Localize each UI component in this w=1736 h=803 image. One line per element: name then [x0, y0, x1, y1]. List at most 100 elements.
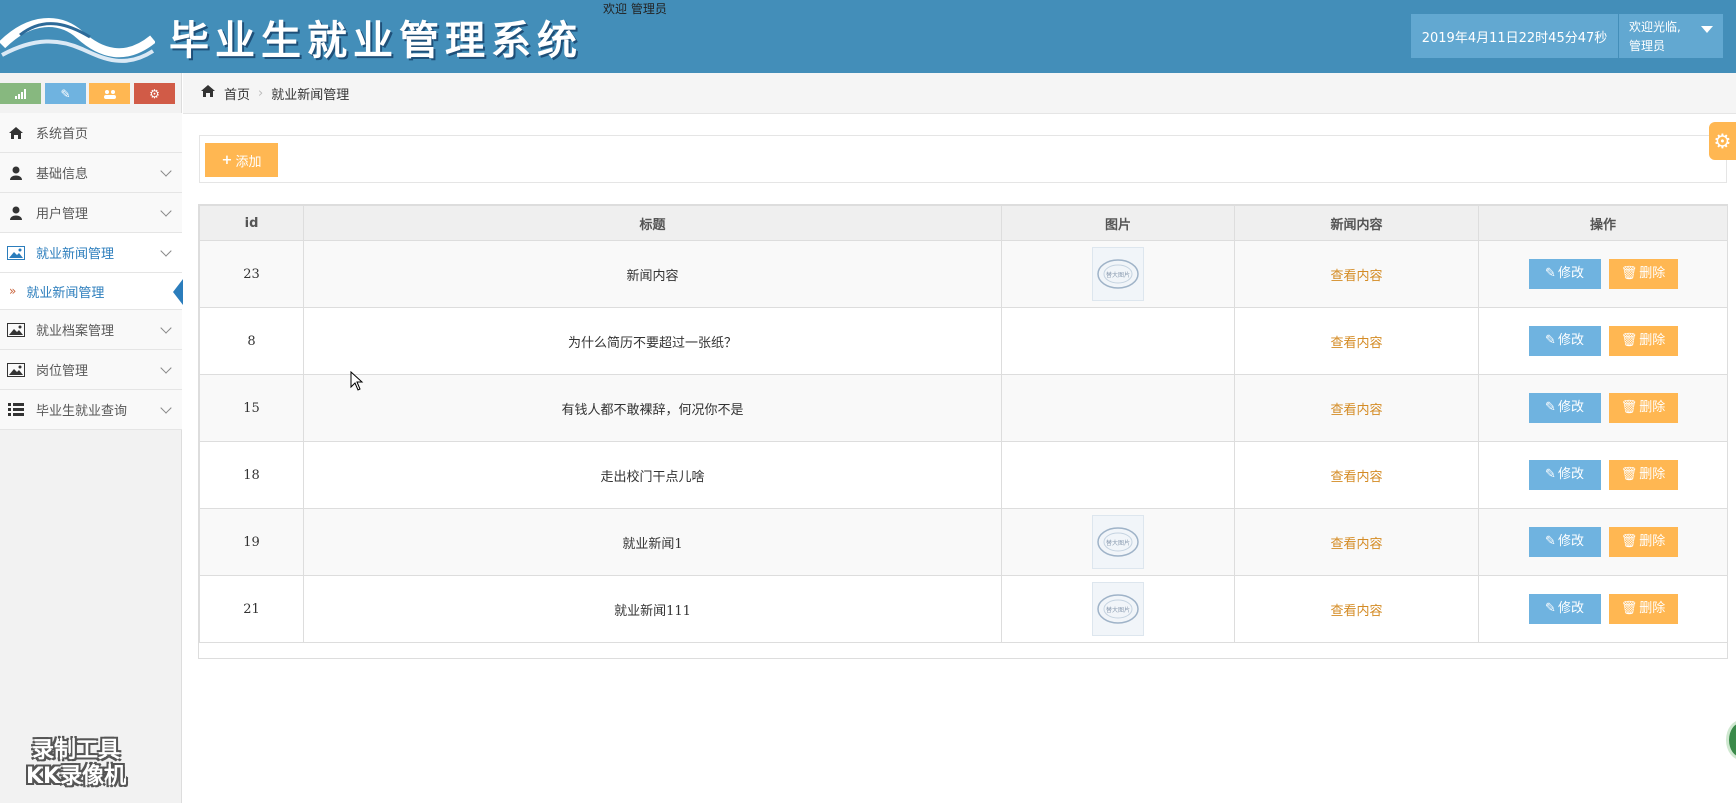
- cell-actions: ✎ 修改 🗑 删除: [1478, 240, 1728, 308]
- delete-button[interactable]: 🗑 删除: [1608, 460, 1678, 490]
- list-icon: [6, 403, 26, 416]
- chevron-down-icon: [160, 322, 172, 334]
- image-placeholder-icon: 替大图片: [1097, 594, 1139, 624]
- cell-id: 18: [199, 441, 304, 509]
- column-header-content: 新闻内容: [1234, 205, 1479, 241]
- home-icon[interactable]: [200, 84, 216, 102]
- cell-id: 21: [199, 575, 304, 643]
- table-row: 19 就业新闻1 替大图片 查看内容 ✎ 修改 🗑 删除: [199, 508, 1728, 576]
- news-thumbnail[interactable]: 替大图片: [1092, 515, 1144, 569]
- user-icon: [6, 206, 26, 220]
- edit-button[interactable]: ✎ 修改: [1528, 460, 1601, 490]
- edit-button-label: 修改: [1557, 333, 1584, 348]
- column-header-actions: 操作: [1478, 205, 1728, 241]
- welcome-text: 欢迎 管理员: [603, 2, 667, 16]
- view-content-link[interactable]: 查看内容: [1330, 403, 1382, 418]
- floating-badge[interactable]: [1726, 720, 1736, 760]
- settings-panel-toggle[interactable]: ⚙: [1709, 122, 1736, 160]
- delete-button[interactable]: 🗑 删除: [1608, 259, 1678, 289]
- cell-content: 查看内容: [1234, 240, 1479, 308]
- edit-button[interactable]: ✎ 修改: [1528, 527, 1601, 557]
- delete-button[interactable]: 🗑 删除: [1608, 326, 1678, 356]
- view-content-link[interactable]: 查看内容: [1330, 604, 1382, 619]
- thumbnail-label: 替大图片: [1106, 271, 1130, 279]
- sidebar-item-employment-query[interactable]: 毕业生就业查询: [0, 390, 182, 430]
- view-content-link[interactable]: 查看内容: [1330, 269, 1382, 284]
- view-content-link[interactable]: 查看内容: [1330, 537, 1382, 552]
- recorder-watermark: 录制工具 KK录像机: [26, 738, 126, 790]
- delete-button-label: 删除: [1639, 534, 1666, 549]
- cell-content: 查看内容: [1234, 441, 1479, 509]
- table-row: 8 为什么简历不要超过一张纸？ 查看内容 ✎ 修改 🗑 删除: [199, 307, 1728, 375]
- sidebar-subitem-label: 就业新闻管理: [26, 285, 105, 301]
- shortcut-group-button[interactable]: [89, 83, 130, 104]
- cell-id: 19: [199, 508, 304, 576]
- edit-icon: ✎: [1545, 333, 1556, 348]
- view-content-link[interactable]: 查看内容: [1330, 470, 1382, 485]
- sidebar-nav: 系统首页 基础信息 用户管理 就业新闻管理 » 就业新闻管理 就业档案管理 岗位…: [0, 113, 183, 430]
- sidebar-subitem-news-management[interactable]: » 就业新闻管理: [0, 273, 183, 310]
- delete-button[interactable]: 🗑 删除: [1608, 594, 1678, 624]
- delete-button[interactable]: 🗑 删除: [1608, 393, 1678, 423]
- edit-button[interactable]: ✎ 修改: [1528, 393, 1601, 423]
- edit-icon: ✎: [1545, 534, 1556, 549]
- cell-content: 查看内容: [1234, 575, 1479, 643]
- sidebar-item-label: 就业档案管理: [36, 324, 115, 339]
- cell-title: 新闻内容: [303, 240, 1002, 308]
- toolbar: + 添加: [199, 135, 1727, 183]
- delete-button-label: 删除: [1639, 333, 1666, 348]
- delete-button-label: 删除: [1639, 266, 1666, 281]
- cell-actions: ✎ 修改 🗑 删除: [1478, 508, 1728, 576]
- shortcut-pencil-button[interactable]: ✎: [45, 83, 86, 104]
- delete-button-label: 删除: [1639, 601, 1666, 616]
- news-table: id 标题 图片 新闻内容 操作 23 新闻内容 替大图片 查看内容 ✎ 修改 🗑 删除 8 为什…: [198, 204, 1728, 659]
- edit-button-label: 修改: [1557, 534, 1584, 549]
- pencil-icon: ✎: [60, 86, 71, 101]
- add-button-label: 添加: [235, 154, 262, 170]
- shortcut-signal-button[interactable]: [0, 83, 41, 104]
- datetime-display: 2019年4月11日22时45分47秒: [1411, 14, 1618, 58]
- sidebar-item-user-management[interactable]: 用户管理: [0, 193, 182, 233]
- double-angle-right-icon: »: [9, 284, 17, 298]
- column-header-title: 标题: [303, 205, 1002, 241]
- breadcrumb-current: 就业新闻管理: [271, 87, 350, 103]
- sidebar-item-position-management[interactable]: 岗位管理: [0, 350, 182, 390]
- user-menu[interactable]: 欢迎光临, 管理员: [1619, 14, 1723, 58]
- trash-icon: 🗑: [1620, 534, 1638, 549]
- app-logo[interactable]: 毕业生就业管理系统: [0, 5, 583, 69]
- delete-button[interactable]: 🗑 删除: [1608, 527, 1678, 557]
- news-thumbnail[interactable]: 替大图片: [1092, 582, 1144, 636]
- cell-image: 替大图片: [1001, 575, 1235, 643]
- chevron-down-icon: [160, 165, 172, 177]
- breadcrumb-home-link[interactable]: 首页: [224, 84, 250, 103]
- thumbnail-label: 替大图片: [1106, 539, 1130, 547]
- sidebar-item-home[interactable]: 系统首页: [0, 113, 182, 153]
- caret-down-icon[interactable]: [1701, 26, 1713, 33]
- edit-button[interactable]: ✎ 修改: [1528, 594, 1601, 624]
- cell-actions: ✎ 修改 🗑 删除: [1478, 575, 1728, 643]
- trash-icon: 🗑: [1620, 266, 1638, 281]
- cell-image: [1001, 441, 1235, 509]
- edit-icon: ✎: [1545, 601, 1556, 616]
- table-row: 18 走出校门干点儿啥 查看内容 ✎ 修改 🗑 删除: [199, 441, 1728, 509]
- add-button[interactable]: + 添加: [205, 143, 278, 177]
- sidebar-item-archive-management[interactable]: 就业档案管理: [0, 310, 182, 350]
- sidebar-item-news-management[interactable]: 就业新闻管理: [0, 233, 182, 273]
- edit-button[interactable]: ✎ 修改: [1528, 326, 1601, 356]
- sidebar: ✎ ⚙ 系统首页 基础信息 用户管理 就业新闻管理 » 就业新闻管理 就业档案管…: [0, 73, 183, 803]
- signal-icon: [14, 88, 26, 99]
- cell-title: 走出校门干点儿啥: [303, 441, 1002, 509]
- breadcrumb-separator: ›: [258, 85, 264, 101]
- sidebar-item-label: 系统首页: [36, 127, 89, 142]
- cell-image: 替大图片: [1001, 240, 1235, 308]
- view-content-link[interactable]: 查看内容: [1330, 336, 1382, 351]
- cell-actions: ✎ 修改 🗑 删除: [1478, 374, 1728, 442]
- table-row: 15 有钱人都不敢裸辞，何况你不是 查看内容 ✎ 修改 🗑 删除: [199, 374, 1728, 442]
- cell-image: [1001, 307, 1235, 375]
- edit-button-label: 修改: [1557, 400, 1584, 415]
- edit-button[interactable]: ✎ 修改: [1528, 259, 1601, 289]
- cell-title: 就业新闻111: [303, 575, 1002, 643]
- sidebar-item-basic-info[interactable]: 基础信息: [0, 153, 182, 193]
- shortcut-cogs-button[interactable]: ⚙: [134, 83, 175, 104]
- news-thumbnail[interactable]: 替大图片: [1092, 247, 1144, 301]
